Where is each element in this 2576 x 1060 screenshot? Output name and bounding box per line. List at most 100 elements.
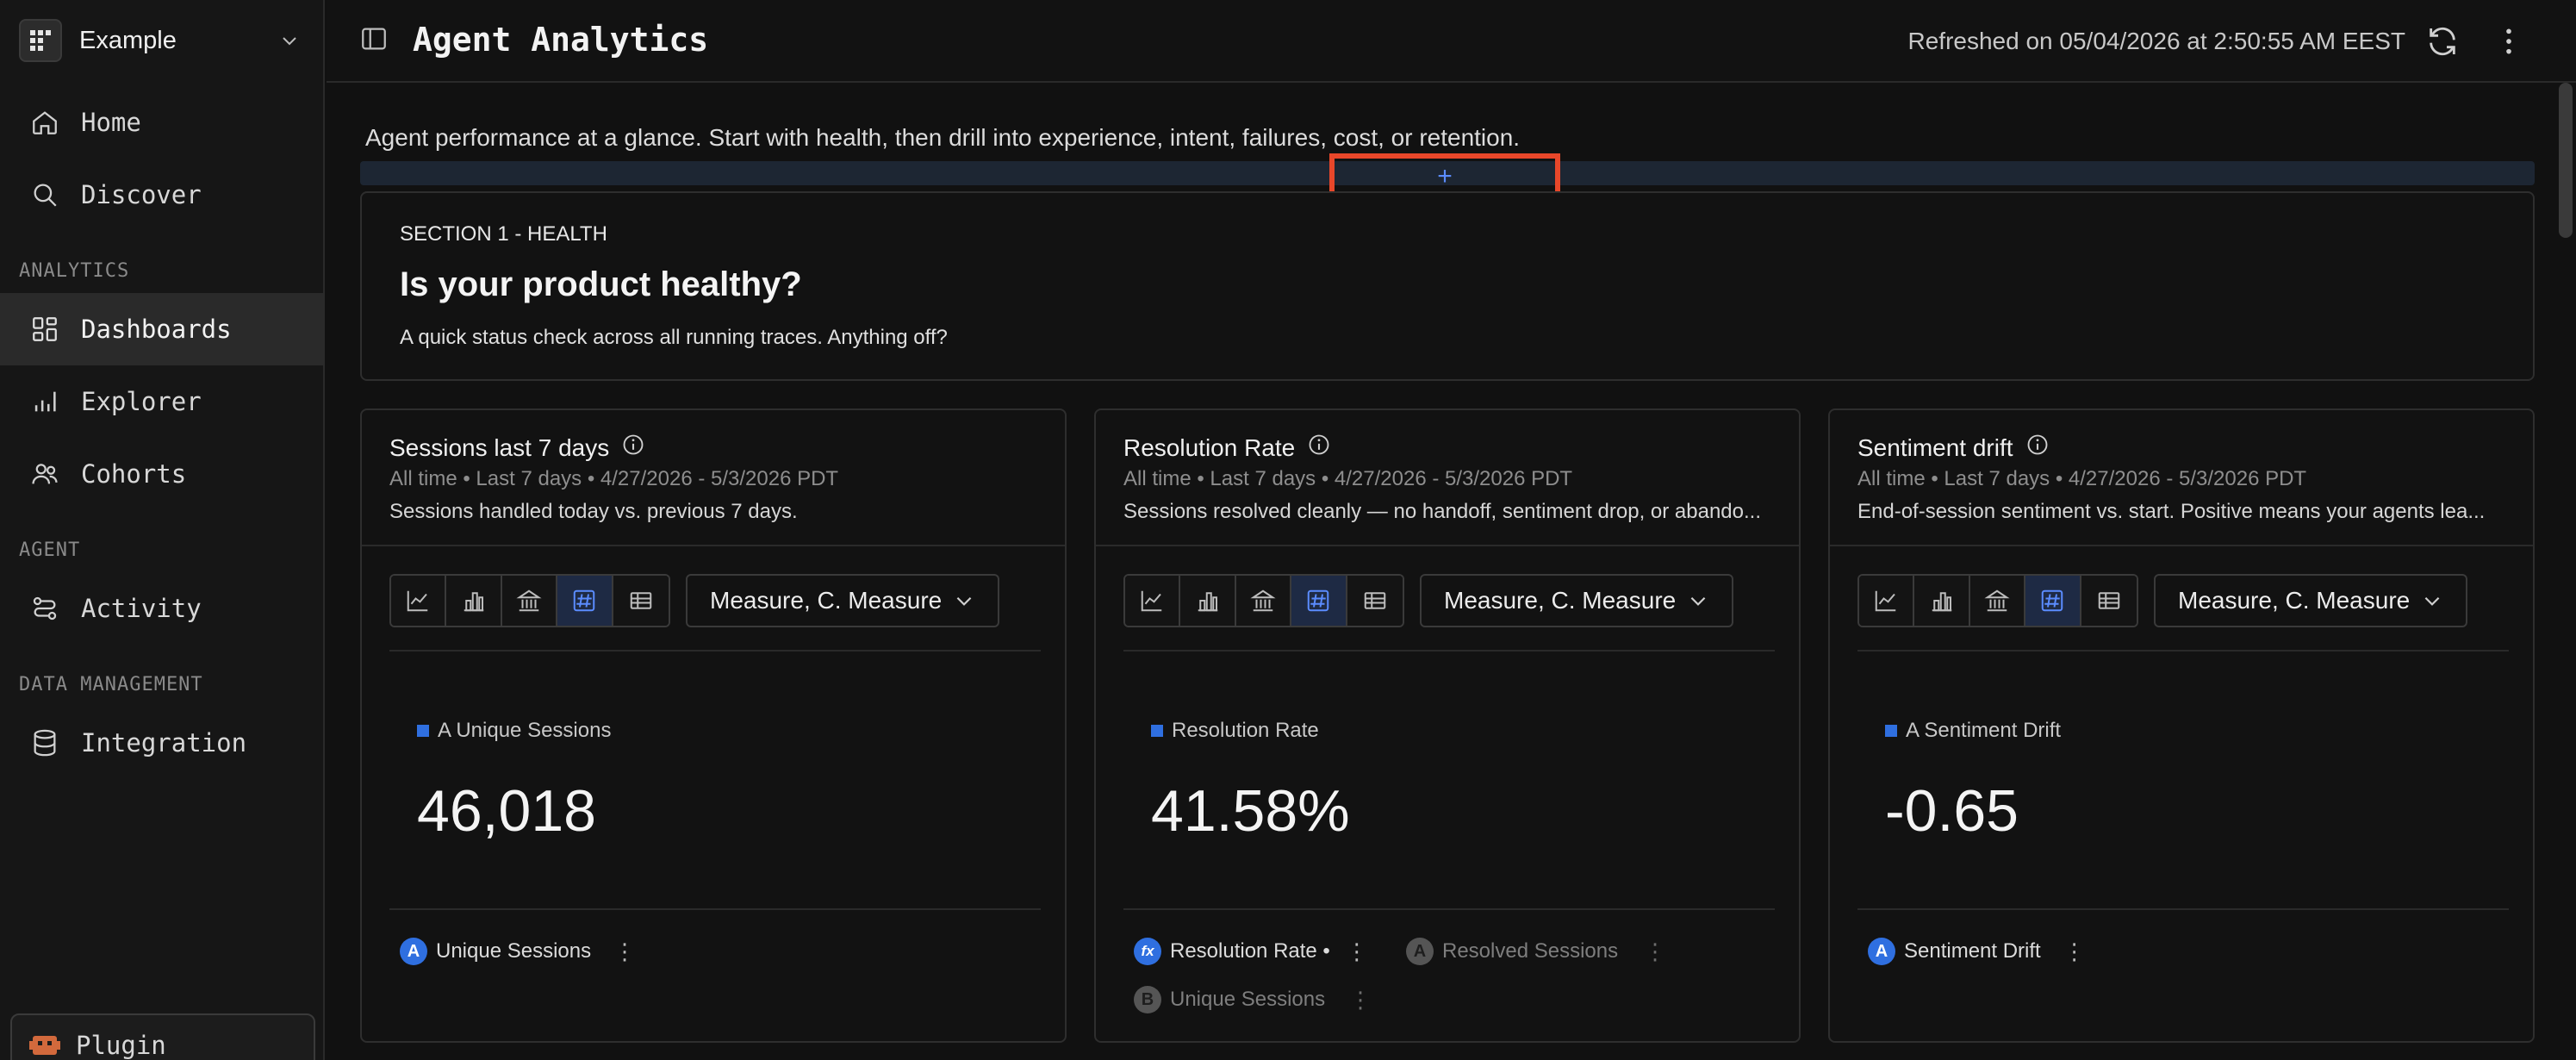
sidebar-item-discover[interactable]: Discover (0, 159, 325, 231)
more-vertical-icon[interactable]: ⋮ (613, 940, 636, 963)
card-title-text: Sessions last 7 days (389, 433, 610, 461)
line-chart-icon[interactable] (1859, 576, 1915, 626)
section-header-card: SECTION 1 - HEALTH Is your product healt… (360, 191, 2535, 381)
legend-swatch (417, 725, 429, 737)
page-header: Agent Analytics Refreshed on 05/04/2026 … (327, 0, 2576, 83)
workspace-switcher[interactable]: Example (19, 16, 308, 65)
divider (1123, 908, 1775, 910)
viz-type-selector (1857, 574, 2138, 627)
plugin-label: Plugin (76, 1031, 166, 1060)
bar-chart-icon[interactable] (1180, 576, 1236, 626)
divider (1857, 908, 2509, 910)
more-vertical-icon[interactable]: ⋮ (1644, 940, 1666, 963)
measure-pill[interactable]: A Unique Sessions ⋮ (400, 938, 636, 965)
line-chart-icon[interactable] (391, 576, 447, 626)
sidebar-item-home[interactable]: Home (0, 86, 325, 159)
legend-label: Resolution Rate (1172, 719, 1319, 742)
divider (1123, 650, 1775, 652)
card-meta: All time • Last 7 days • 4/27/2026 - 5/3… (1123, 467, 1573, 490)
sidebar-item-label: Cohorts (81, 459, 187, 489)
more-vertical-icon[interactable]: ⋮ (1346, 940, 1368, 963)
dashboard-icon (28, 312, 62, 346)
measure-pill-label: Unique Sessions (436, 939, 592, 963)
card-description: Sessions resolved cleanly — no handoff, … (1123, 500, 1762, 523)
measure-select-value: Measure, C. Measure (2178, 587, 2411, 614)
line-chart-icon[interactable] (1125, 576, 1181, 626)
divider (1096, 545, 1799, 546)
sidebar: Example Home Discover ANALYTICS Dashboar… (0, 0, 325, 1060)
activity-icon (28, 591, 62, 626)
sidebar-section-data-management: DATA MANAGEMENT (19, 674, 203, 695)
card-meta: All time • Last 7 days • 4/27/2026 - 5/3… (389, 467, 839, 490)
stacked-bar-icon[interactable] (501, 576, 558, 626)
legend-label: A Unique Sessions (438, 719, 612, 742)
more-vertical-icon[interactable]: ⋮ (1349, 988, 1372, 1011)
more-vertical-icon[interactable]: ⋮ (2063, 940, 2086, 963)
bar-chart-icon[interactable] (446, 576, 502, 626)
card-title: Sessions last 7 days (389, 433, 645, 463)
card-title: Resolution Rate (1123, 433, 1331, 463)
bar-chart-icon[interactable] (1914, 576, 1970, 626)
legend-label: A Sentiment Drift (1906, 719, 2062, 742)
divider (1830, 545, 2533, 546)
measure-badge: A (400, 938, 427, 965)
search-icon (28, 178, 62, 212)
measure-select[interactable]: Measure, C. Measure (2154, 574, 2467, 627)
measure-pill[interactable]: A Resolved Sessions ⋮ (1406, 938, 1666, 965)
refresh-timestamp: Refreshed on 05/04/2026 at 2:50:55 AM EE… (1907, 28, 2406, 54)
sidebar-item-activity[interactable]: Activity (0, 572, 325, 645)
metric-value: 41.58% (1151, 778, 1350, 844)
chevron-down-icon (1687, 589, 1709, 618)
measure-select[interactable]: Measure, C. Measure (1420, 574, 1733, 627)
measure-badge: A (1868, 938, 1895, 965)
card-title: Sentiment drift (1857, 433, 2050, 463)
card-title-text: Sentiment drift (1857, 433, 2013, 461)
divider (389, 908, 1041, 910)
divider (1857, 650, 2509, 652)
sidebar-item-label: Discover (81, 180, 202, 209)
table-icon[interactable] (613, 576, 669, 626)
measure-pill-label: Resolution Rate • (1170, 939, 1330, 963)
more-vertical-icon[interactable] (2492, 24, 2526, 63)
measure-pill-label: Sentiment Drift (1904, 939, 2041, 963)
measure-pill[interactable]: B Unique Sessions ⋮ (1134, 986, 1372, 1013)
viz-type-selector (1123, 574, 1404, 627)
info-icon[interactable] (1307, 433, 1331, 463)
info-icon[interactable] (2025, 433, 2050, 463)
measure-select[interactable]: Measure, C. Measure (686, 574, 999, 627)
table-icon[interactable] (1347, 576, 1403, 626)
metric-value: 46,018 (417, 778, 596, 844)
refresh-icon[interactable] (2425, 24, 2460, 63)
series-legend: Resolution Rate (1151, 719, 1319, 743)
sidebar-item-label: Integration (81, 728, 247, 758)
formula-badge: fx (1134, 938, 1161, 965)
workspace-name: Example (79, 26, 177, 54)
table-icon[interactable] (2081, 576, 2137, 626)
number-icon[interactable] (1291, 576, 1347, 626)
sidebar-item-cohorts[interactable]: Cohorts (0, 438, 325, 510)
formula-pill[interactable]: fx Resolution Rate • ⋮ (1134, 938, 1368, 965)
number-icon[interactable] (2025, 576, 2081, 626)
measure-pill[interactable]: A Sentiment Drift ⋮ (1868, 938, 2086, 965)
info-icon[interactable] (621, 433, 645, 463)
plugin-button[interactable]: Plugin (10, 1013, 315, 1060)
section-title: Is your product healthy? (400, 265, 802, 303)
home-icon (28, 105, 62, 140)
stacked-bar-icon[interactable] (1969, 576, 2026, 626)
sidebar-toggle-icon[interactable] (359, 24, 389, 58)
sidebar-item-explorer[interactable]: Explorer (0, 365, 325, 438)
sidebar-item-dashboards[interactable]: Dashboards (0, 293, 325, 365)
card-meta: All time • Last 7 days • 4/27/2026 - 5/3… (1857, 467, 2307, 490)
sidebar-section-analytics: ANALYTICS (19, 260, 130, 282)
metric-value: -0.65 (1885, 778, 2019, 844)
card-title-text: Resolution Rate (1123, 433, 1296, 461)
metric-card-sentiment-drift: Sentiment drift All time • Last 7 days •… (1828, 408, 2535, 1043)
divider (389, 650, 1041, 652)
number-icon[interactable] (557, 576, 613, 626)
measure-badge: B (1134, 986, 1161, 1013)
page-scrollbar[interactable] (2559, 83, 2573, 238)
database-icon (28, 726, 62, 760)
divider (362, 545, 1065, 546)
stacked-bar-icon[interactable] (1235, 576, 1292, 626)
sidebar-item-integration[interactable]: Integration (0, 707, 325, 779)
